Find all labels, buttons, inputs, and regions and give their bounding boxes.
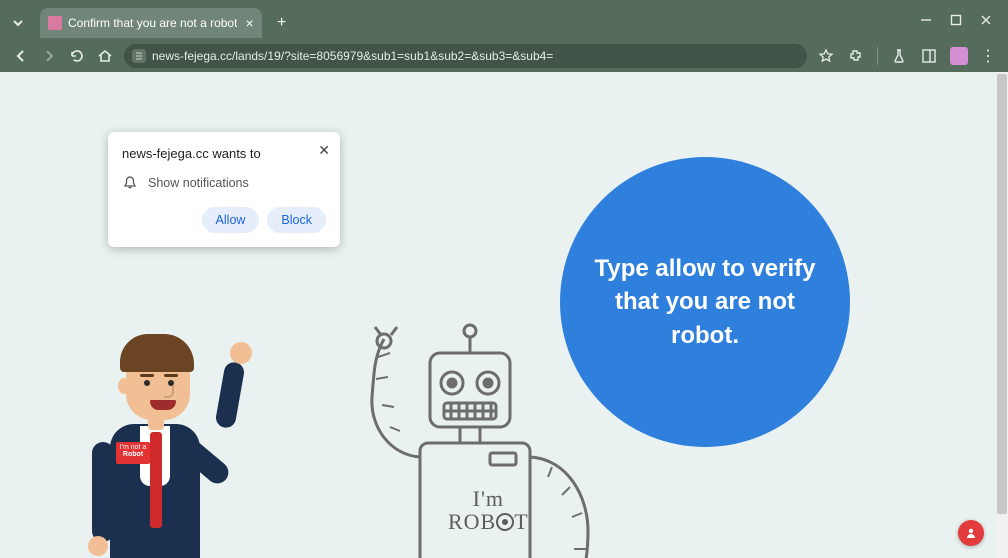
site-info-icon[interactable] [132,49,146,63]
popup-heading: news-fejega.cc wants to [122,146,326,161]
helper-badge-icon[interactable] [958,520,984,546]
toolbar-divider [877,47,878,65]
profile-avatar[interactable] [950,47,968,65]
page-viewport: Type allow to verify that you are not ro… [0,72,1008,558]
tab-title: Confirm that you are not a robot [68,16,237,30]
tab-close-icon[interactable]: × [245,15,253,31]
forward-button[interactable] [40,47,58,65]
browser-tab[interactable]: Confirm that you are not a robot × [40,8,262,38]
not-a-robot-badge: I'm not a Robot [116,442,150,464]
popup-permission-row: Show notifications [122,175,326,191]
side-panel-icon[interactable] [920,47,938,65]
labs-icon[interactable] [890,47,908,65]
toolbar-right: ⋮ [817,46,996,66]
robot-illustration: I'm ROBT [320,317,620,558]
back-button[interactable] [12,47,30,65]
vertical-scrollbar[interactable] [996,72,1008,558]
browser-titlebar: Confirm that you are not a robot × + [0,0,1008,40]
browser-toolbar: news-fejega.cc/lands/19/?site=8056979&su… [0,40,1008,72]
window-close-icon[interactable] [980,14,992,26]
scrollbar-thumb[interactable] [997,74,1007,514]
notification-permission-popup: ✕ news-fejega.cc wants to Show notificat… [108,132,340,247]
extensions-icon[interactable] [847,47,865,65]
businessman-illustration: I'm not a Robot [60,322,280,558]
window-maximize-icon[interactable] [950,14,962,26]
bookmark-star-icon[interactable] [817,47,835,65]
allow-button[interactable]: Allow [202,207,260,233]
tab-favicon [48,16,62,30]
reload-button[interactable] [68,47,86,65]
window-minimize-icon[interactable] [920,14,932,26]
robot-label: I'm ROBT [448,487,529,533]
popup-close-icon[interactable]: ✕ [318,142,330,159]
tabs-dropdown[interactable] [4,9,32,37]
overflow-menu-icon[interactable]: ⋮ [980,46,996,66]
window-controls [904,0,1008,40]
new-tab-button[interactable]: + [270,11,294,35]
address-bar[interactable]: news-fejega.cc/lands/19/?site=8056979&su… [124,44,807,68]
home-button[interactable] [96,47,114,65]
block-button[interactable]: Block [267,207,326,233]
popup-permission-label: Show notifications [148,176,249,190]
bell-icon [122,175,138,191]
robot-label-line2: ROBT [448,509,529,534]
url-text: news-fejega.cc/lands/19/?site=8056979&su… [152,49,553,63]
